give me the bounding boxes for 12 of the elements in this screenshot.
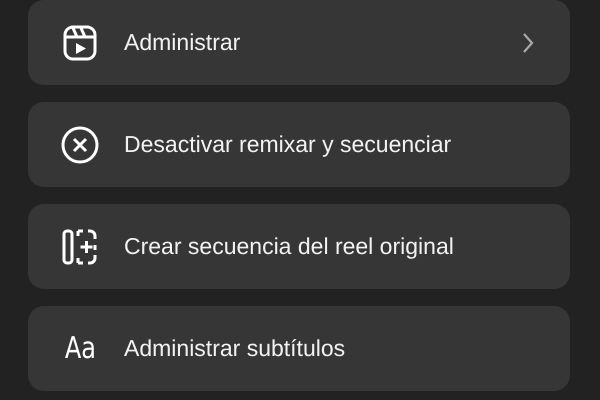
menu-item-label: Administrar bbox=[124, 29, 242, 56]
menu-item-label: Administrar subtítulos bbox=[124, 335, 346, 362]
menu-item-label: Desactivar remixar y secuenciar bbox=[124, 131, 452, 158]
menu-item[interactable]: Administrar bbox=[28, 0, 570, 85]
sequence-add-icon bbox=[62, 228, 98, 264]
cancel-icon bbox=[61, 126, 99, 164]
reel-icon bbox=[63, 24, 97, 60]
menu-item-label: Crear secuencia del reel original bbox=[124, 233, 455, 260]
text-icon: Aa bbox=[64, 331, 96, 366]
menu-item[interactable]: Desactivar remixar y secuenciar bbox=[28, 102, 570, 187]
menu-item[interactable]: Aa Administrar subtítulos bbox=[28, 306, 570, 391]
menu-item[interactable]: Crear secuencia del reel original bbox=[28, 204, 570, 289]
